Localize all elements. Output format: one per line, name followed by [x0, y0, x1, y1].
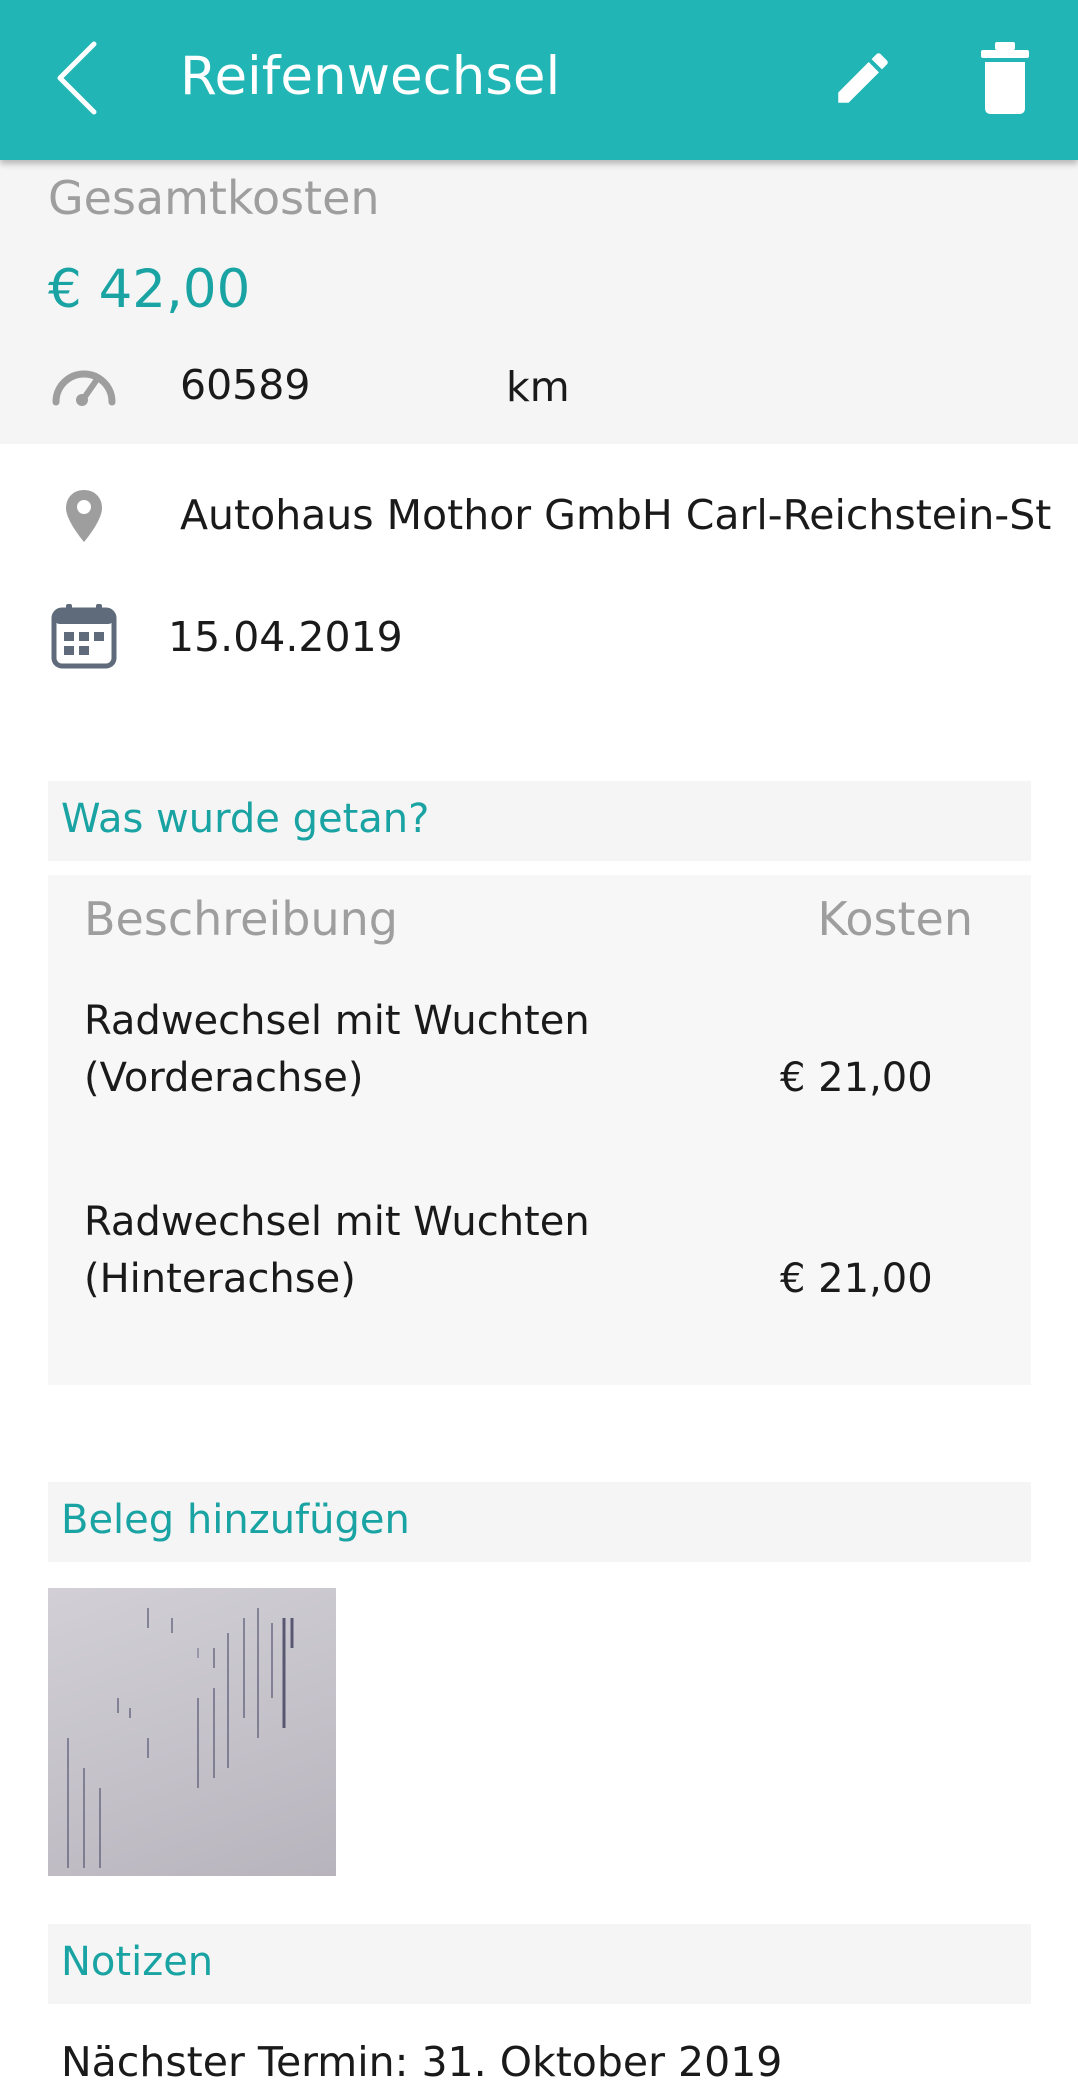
table-row-description: Radwechsel mit Wuchten (Hinterachse): [84, 1199, 590, 1302]
map-pin-icon: [66, 490, 102, 542]
table-row-description: Radwechsel mit Wuchten (Vorderachse): [84, 998, 590, 1101]
workshop-location: Autohaus Mothor GmbH Carl-Reichstein-St: [180, 491, 1052, 539]
total-cost-label: Gesamtkosten: [48, 171, 380, 225]
notes-section-title: Notizen: [61, 1939, 214, 1985]
odometer-value: 60589: [180, 361, 311, 409]
calendar-icon: [51, 604, 117, 669]
delete-button[interactable]: [975, 38, 1035, 118]
work-section-title: Was wurde getan?: [61, 796, 430, 842]
receipt-section-header[interactable]: Beleg hinzufügen: [48, 1482, 1031, 1562]
total-cost-value: € 42,00: [48, 259, 251, 320]
notes-section-header: Notizen: [48, 1924, 1031, 2004]
receipt-thumbnail[interactable]: [48, 1588, 336, 1876]
odometer-unit: km: [506, 363, 570, 411]
trash-icon: [981, 42, 1029, 114]
add-receipt-label: Beleg hinzufügen: [61, 1497, 410, 1543]
column-header-cost: Kosten: [817, 892, 973, 946]
cost-summary: Gesamtkosten € 42,00 60589 km: [0, 160, 1078, 444]
back-button[interactable]: [50, 38, 110, 118]
work-table: Beschreibung Kosten Radwechsel mit Wucht…: [48, 875, 1031, 1385]
column-header-description: Beschreibung: [84, 892, 398, 946]
page-title: Reifenwechsel: [180, 46, 561, 107]
receipt-image: [67, 1608, 294, 1868]
chevron-left-icon: [57, 41, 97, 115]
pencil-icon: [838, 53, 888, 103]
work-section-header: Was wurde getan?: [48, 781, 1031, 861]
speedometer-icon: [52, 370, 116, 406]
table-row-cost: € 21,00: [780, 1055, 933, 1101]
app-bar: Reifenwechsel: [0, 0, 1078, 160]
service-date: 15.04.2019: [168, 613, 403, 661]
notes-text: Nächster Termin: 31. Oktober 2019: [61, 2038, 783, 2086]
edit-button[interactable]: [830, 45, 896, 111]
table-row-cost: € 21,00: [780, 1256, 933, 1302]
